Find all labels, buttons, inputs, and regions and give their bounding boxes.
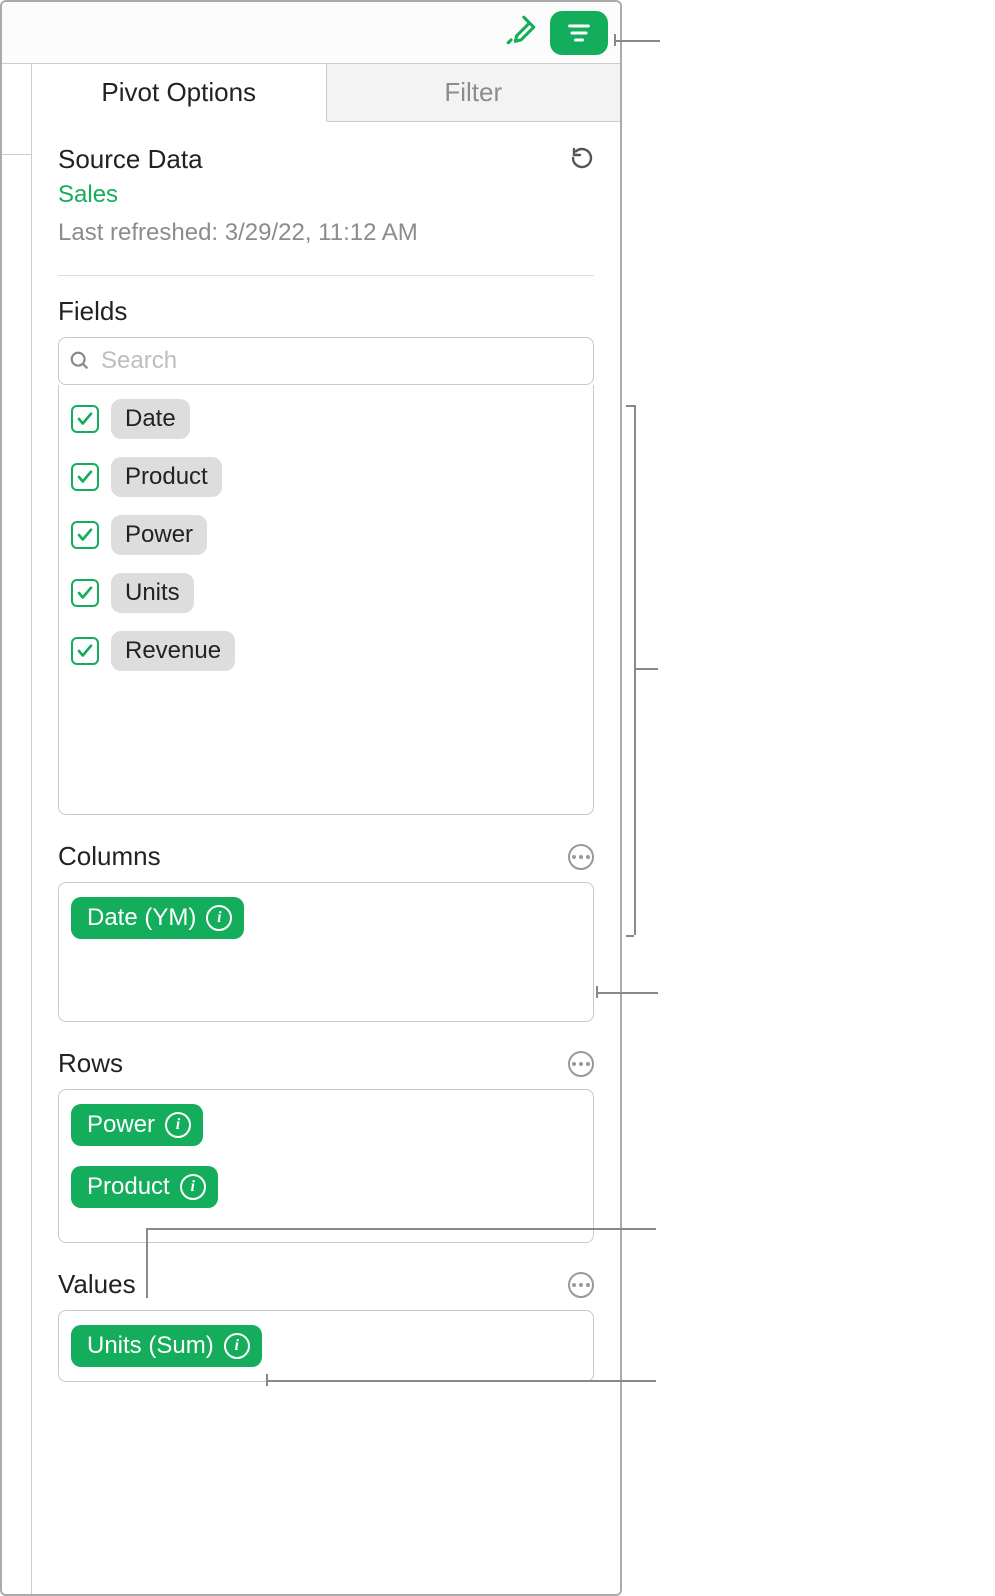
callout-line	[146, 1228, 656, 1230]
callout-bracket	[634, 405, 636, 935]
rows-dropzone[interactable]: Power i Product i	[58, 1089, 594, 1243]
field-checkbox[interactable]	[71, 521, 99, 549]
callout-line	[266, 1374, 268, 1386]
fields-heading: Fields	[58, 296, 594, 327]
refresh-icon[interactable]	[570, 146, 594, 175]
callout-line	[146, 1228, 148, 1298]
rows-header: Rows	[58, 1048, 594, 1079]
check-icon	[76, 468, 94, 486]
field-row: Units	[71, 573, 581, 613]
field-chip[interactable]: Product	[111, 457, 222, 497]
toolbar	[2, 2, 620, 64]
field-checkbox[interactable]	[71, 637, 99, 665]
info-icon[interactable]: i	[206, 905, 232, 931]
pill-label: Power	[87, 1111, 155, 1139]
check-icon	[76, 642, 94, 660]
column-pill[interactable]: Date (YM) i	[71, 897, 244, 939]
field-row: Revenue	[71, 631, 581, 671]
field-row: Date	[71, 399, 581, 439]
info-icon[interactable]: i	[180, 1174, 206, 1200]
panel-body: Source Data Sales Last refreshed: 3/29/2…	[32, 122, 620, 1594]
info-icon[interactable]: i	[165, 1112, 191, 1138]
rows-more-icon[interactable]	[568, 1051, 594, 1077]
columns-heading: Columns	[58, 841, 161, 872]
values-more-icon[interactable]	[568, 1272, 594, 1298]
field-checkbox[interactable]	[71, 579, 99, 607]
columns-dropzone[interactable]: Date (YM) i	[58, 882, 594, 1022]
row-pill[interactable]: Product i	[71, 1166, 218, 1208]
callout-line	[266, 1380, 656, 1382]
pill-label: Units (Sum)	[87, 1332, 214, 1360]
value-pill[interactable]: Units (Sum) i	[71, 1325, 262, 1367]
values-heading: Values	[58, 1269, 136, 1300]
fields-list: Date Product Power	[58, 385, 594, 815]
values-header: Values	[58, 1269, 594, 1300]
tab-pivot-options[interactable]: Pivot Options	[32, 64, 327, 122]
columns-header: Columns	[58, 841, 594, 872]
field-row: Product	[71, 457, 581, 497]
columns-more-icon[interactable]	[568, 844, 594, 870]
inspector-panel: Pivot Options Filter Source Data Sales L…	[32, 64, 620, 1594]
rows-heading: Rows	[58, 1048, 123, 1079]
callout-line	[626, 405, 634, 407]
tab-filter[interactable]: Filter	[327, 64, 621, 121]
callout-line	[596, 992, 658, 994]
divider	[58, 275, 594, 276]
tab-bar: Pivot Options Filter	[32, 64, 620, 122]
values-dropzone[interactable]: Units (Sum) i	[58, 1310, 594, 1382]
field-checkbox[interactable]	[71, 405, 99, 433]
callout-line	[596, 986, 598, 998]
sheet-edge	[2, 64, 32, 1596]
field-chip[interactable]: Date	[111, 399, 190, 439]
check-icon	[76, 410, 94, 428]
pill-label: Product	[87, 1173, 170, 1201]
pill-label: Date (YM)	[87, 904, 196, 932]
field-checkbox[interactable]	[71, 463, 99, 491]
organize-button[interactable]	[550, 11, 608, 55]
row-pill[interactable]: Power i	[71, 1104, 203, 1146]
fields-search-input[interactable]	[99, 346, 583, 376]
check-icon	[76, 526, 94, 544]
field-chip[interactable]: Power	[111, 515, 207, 555]
fields-search[interactable]	[58, 337, 594, 385]
callout-line	[614, 34, 616, 46]
info-icon[interactable]: i	[224, 1333, 250, 1359]
check-icon	[76, 584, 94, 602]
callout-line	[634, 668, 658, 670]
field-chip[interactable]: Units	[111, 573, 194, 613]
field-row: Power	[71, 515, 581, 555]
inspector-frame: Pivot Options Filter Source Data Sales L…	[0, 0, 622, 1596]
field-chip[interactable]: Revenue	[111, 631, 235, 671]
source-table-link[interactable]: Sales	[58, 181, 594, 209]
search-icon	[69, 350, 91, 372]
callout-line	[614, 40, 660, 42]
format-brush-icon[interactable]	[504, 13, 538, 52]
source-data-header: Source Data	[58, 140, 594, 181]
source-data-heading: Source Data	[58, 144, 203, 175]
last-refreshed-text: Last refreshed: 3/29/22, 11:12 AM	[58, 219, 594, 247]
callout-line	[626, 935, 634, 937]
